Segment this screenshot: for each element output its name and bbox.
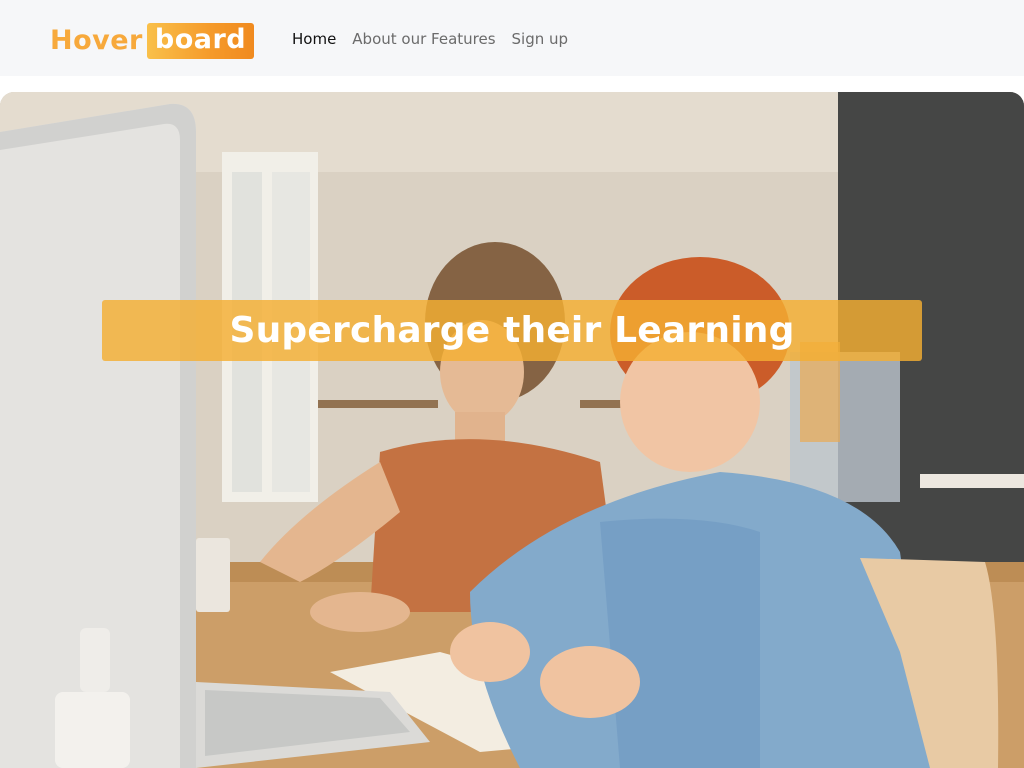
hoverboard-logo[interactable]: Hover board <box>50 22 255 60</box>
logo-text-board: board <box>146 23 255 59</box>
main-nav: Home About our Features Sign up <box>292 29 568 49</box>
hero-banner: Supercharge their Learning <box>0 92 1024 768</box>
top-navbar: Hover board Home About our Features Sign… <box>0 0 1024 76</box>
hero-photo <box>0 92 1024 768</box>
nav-link-home[interactable]: Home <box>292 29 336 49</box>
logo-text-hover: Hover <box>50 25 143 56</box>
nav-link-signup[interactable]: Sign up <box>512 29 569 49</box>
hero-headline: Supercharge their Learning <box>229 310 795 351</box>
nav-link-features[interactable]: About our Features <box>352 29 495 49</box>
headline-banner: Supercharge their Learning <box>102 300 922 361</box>
